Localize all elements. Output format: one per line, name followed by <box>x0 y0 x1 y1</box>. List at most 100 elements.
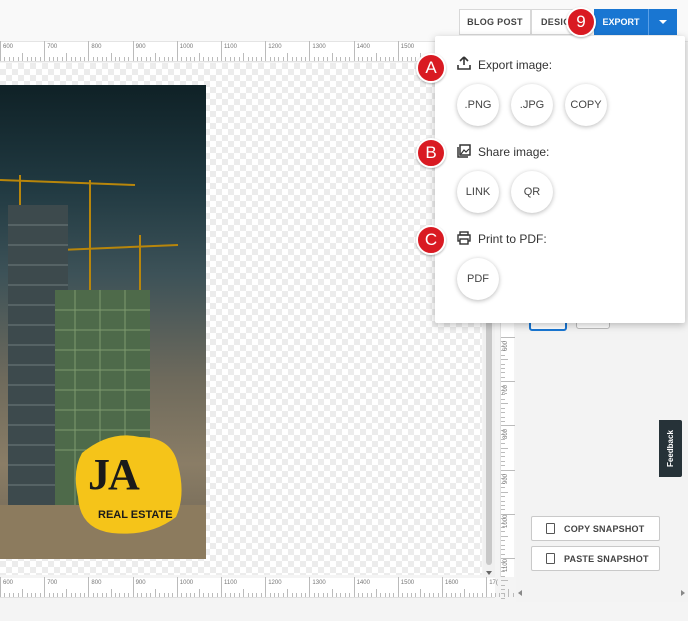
paste-snapshot-button[interactable]: PASTE SNAPSHOT <box>531 546 660 571</box>
ruler-minor-tick <box>212 593 214 597</box>
annotation-badge-step: 9 <box>566 7 596 37</box>
ruler-minor-tick <box>501 597 505 599</box>
ruler-tick <box>501 469 515 471</box>
image-gallery-icon <box>457 144 471 158</box>
ruler-minor-tick <box>375 53 377 61</box>
export-png-button[interactable]: .PNG <box>457 84 499 126</box>
copy-image-button[interactable]: COPY <box>565 84 607 126</box>
ruler-minor-tick <box>495 593 497 597</box>
copy-snapshot-button[interactable]: COPY SNAPSHOT <box>531 516 660 541</box>
ruler-minor-tick <box>53 593 55 597</box>
ruler-minor-tick <box>13 57 15 61</box>
ruler-minor-tick <box>411 57 413 61</box>
ruler-minor-tick <box>106 593 108 597</box>
ruler-minor-tick <box>17 57 19 61</box>
chevron-down-icon <box>659 20 667 24</box>
scroll-left-arrow-icon[interactable] <box>518 590 522 596</box>
ruler-minor-tick <box>66 53 68 61</box>
ruler-minor-tick <box>501 465 505 467</box>
ruler-minor-tick <box>8 593 10 597</box>
print-pdf-button[interactable]: PDF <box>457 258 499 300</box>
ruler-minor-tick <box>501 580 508 582</box>
print-pdf-title: Print to PDF: <box>478 232 547 246</box>
ruler-minor-tick <box>384 57 386 61</box>
ruler-minor-tick <box>83 593 85 597</box>
ruler-minor-tick <box>501 420 505 422</box>
scroll-right-arrow-icon[interactable] <box>681 590 685 596</box>
ruler-minor-tick <box>335 57 337 61</box>
ruler-minor-tick <box>101 57 103 61</box>
clipboard-icon <box>546 553 555 564</box>
ruler-label: 600 <box>3 580 14 586</box>
ruler-label: 1500 <box>400 44 415 50</box>
ruler-minor-tick <box>66 589 68 597</box>
ruler-minor-tick <box>203 593 205 597</box>
share-image-title: Share image: <box>478 145 550 159</box>
ruler-tick <box>221 577 222 597</box>
ruler-minor-tick <box>216 593 218 597</box>
ruler-tick <box>44 41 46 61</box>
feedback-tab[interactable]: Feedback <box>659 420 682 477</box>
ruler-minor-tick <box>477 593 479 597</box>
share-qr-button[interactable]: QR <box>511 171 553 213</box>
ruler-tick <box>44 577 46 597</box>
ruler-minor-tick <box>291 57 293 61</box>
ruler-minor-tick <box>287 53 289 61</box>
ruler-tick <box>132 577 134 597</box>
ruler-tick <box>353 41 355 61</box>
share-link-button[interactable]: LINK <box>457 171 499 213</box>
ruler-minor-tick <box>282 57 284 61</box>
ruler-minor-tick <box>501 372 505 374</box>
ruler-minor-tick <box>123 593 125 597</box>
ruler-minor-tick <box>172 593 174 597</box>
ruler-minor-tick <box>464 589 466 597</box>
ruler-minor-tick <box>296 57 298 61</box>
ruler-minor-tick <box>83 57 85 61</box>
ruler-minor-tick <box>340 57 342 61</box>
ruler-minor-tick <box>150 593 152 597</box>
ruler-tick <box>176 577 178 597</box>
ruler-label: 1300 <box>312 44 326 50</box>
ruler-minor-tick <box>194 593 196 597</box>
ruler-minor-tick <box>278 57 280 61</box>
ruler-label: 1400 <box>356 44 370 50</box>
ruler-minor-tick <box>318 593 320 597</box>
ruler-label: 17( <box>489 580 498 586</box>
ruler-minor-tick <box>48 593 50 597</box>
scrollbar-thumb[interactable] <box>486 303 492 565</box>
ruler-minor-tick <box>380 57 382 61</box>
ruler-minor-tick <box>229 593 231 597</box>
ruler-minor-tick <box>406 593 408 597</box>
ruler-minor-tick <box>433 593 435 597</box>
panel-horizontal-scrollbar[interactable] <box>516 586 688 600</box>
ruler-minor-tick <box>75 593 77 597</box>
ruler-minor-tick <box>53 57 55 61</box>
ruler-minor-tick <box>256 57 258 61</box>
export-jpg-button[interactable]: .JPG <box>511 84 553 126</box>
scroll-down-arrow-icon[interactable] <box>486 571 492 575</box>
ruler-minor-tick <box>216 57 218 61</box>
ruler-minor-tick <box>185 593 187 597</box>
tab-blog-post[interactable]: BLOG POST <box>459 9 531 35</box>
ruler-minor-tick <box>501 553 505 555</box>
ruler-minor-tick <box>198 589 200 597</box>
ruler-minor-tick <box>362 57 364 61</box>
ruler-minor-tick <box>181 593 183 597</box>
ruler-minor-tick <box>327 57 329 61</box>
ruler-minor-tick <box>190 593 192 597</box>
ruler-minor-tick <box>318 57 320 61</box>
ruler-minor-tick <box>402 593 404 597</box>
ruler-minor-tick <box>8 57 10 61</box>
ruler-minor-tick <box>172 57 174 61</box>
ruler-minor-tick <box>501 363 505 365</box>
ruler-minor-tick <box>198 53 200 61</box>
ruler-minor-tick <box>35 57 37 61</box>
export-button[interactable]: EXPORT <box>594 9 648 35</box>
ruler-label: 700 <box>47 580 58 586</box>
ruler-minor-tick <box>501 588 505 590</box>
ruler-minor-tick <box>344 593 346 597</box>
ruler-label: 1200 <box>268 580 282 586</box>
export-dropdown-toggle[interactable] <box>648 9 677 35</box>
design-image[interactable]: JA REAL ESTATE <box>0 85 206 559</box>
ruler-label: 1600 <box>445 580 459 586</box>
